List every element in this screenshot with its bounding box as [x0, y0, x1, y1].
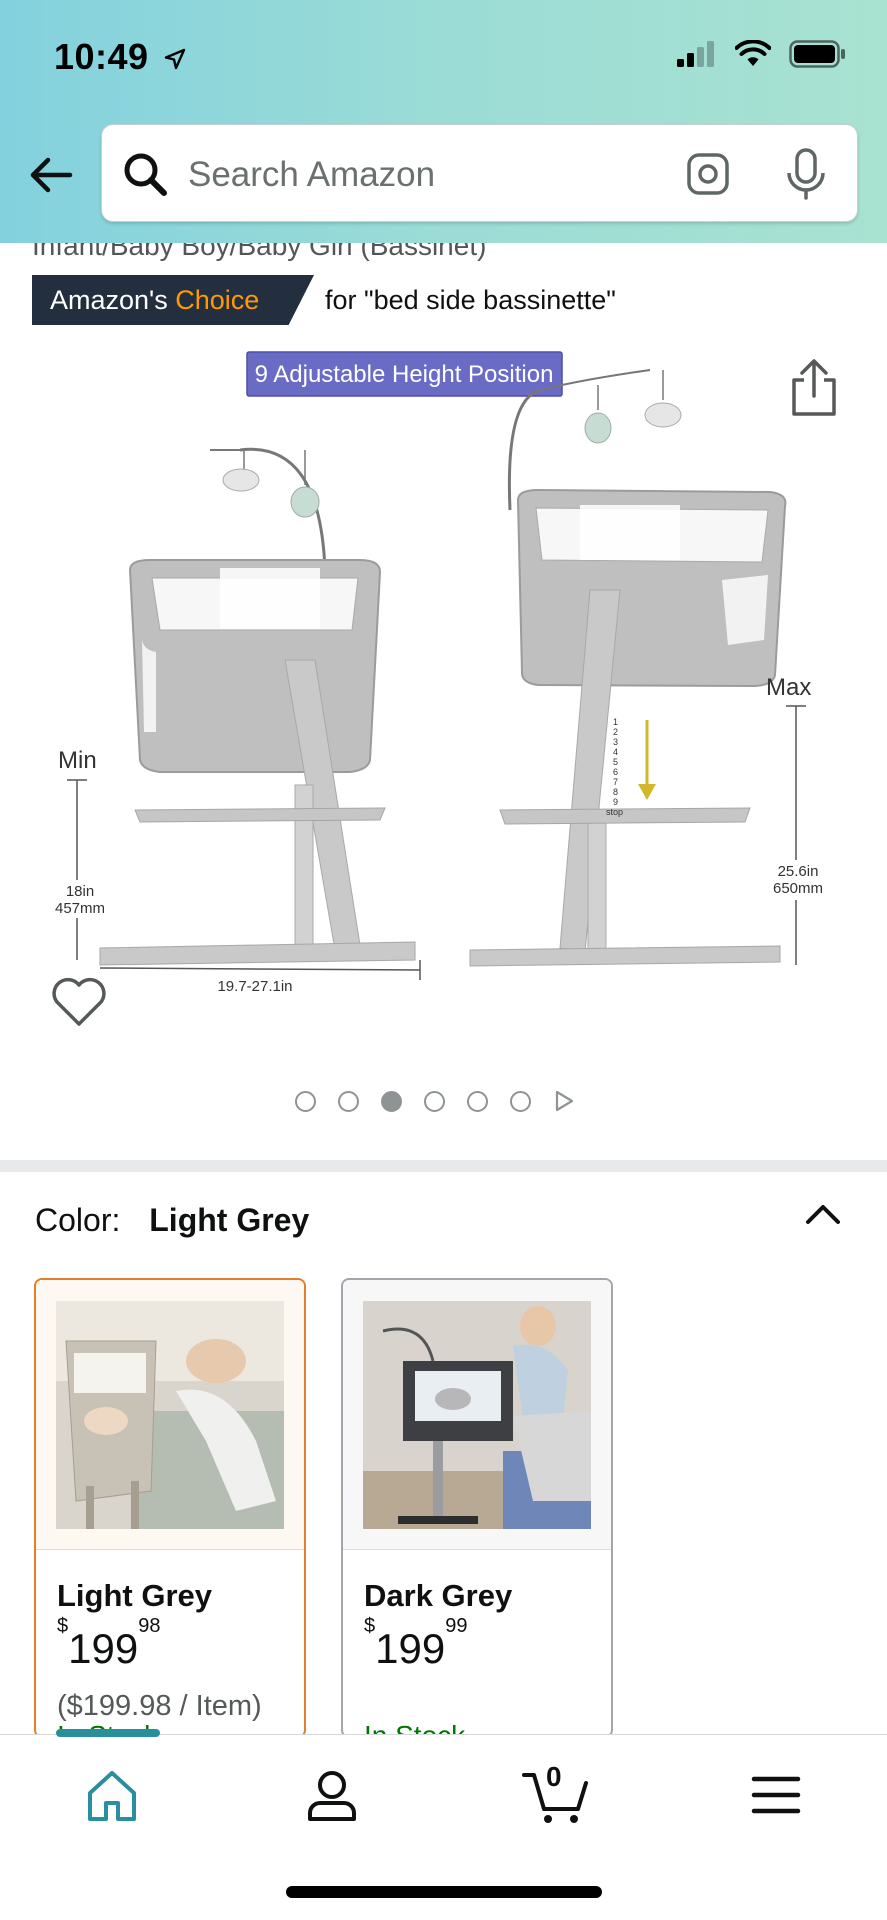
svg-text:1: 1	[613, 717, 618, 727]
option-price: $19998	[57, 1615, 161, 1672]
active-tab-indicator	[56, 1729, 160, 1737]
home-indicator[interactable]	[286, 1886, 602, 1898]
light-grey-thumbnail	[56, 1300, 284, 1529]
wifi-icon	[735, 40, 771, 66]
option-unit-price: ($199.98 / Item)	[57, 1690, 262, 1722]
max-height-mm: 650mm	[773, 880, 823, 897]
color-option-dark-grey[interactable]: Dark Grey $19999 In Stock	[341, 1278, 613, 1738]
cart-button[interactable]: 0	[522, 1761, 592, 1825]
color-selected-value: Light Grey	[149, 1202, 310, 1238]
heart-icon[interactable]	[50, 975, 108, 1029]
search-icon	[124, 153, 167, 196]
status-icons	[677, 40, 847, 68]
min-height-in: 18in	[66, 883, 94, 900]
microphone-icon[interactable]	[783, 147, 829, 201]
svg-text:7: 7	[613, 777, 618, 787]
swatch-thumb-area	[343, 1280, 611, 1550]
svg-text:stop: stop	[606, 807, 623, 817]
svg-text:8: 8	[613, 787, 618, 797]
carousel-dot[interactable]	[467, 1090, 488, 1112]
share-icon[interactable]	[788, 358, 840, 418]
svg-text:6: 6	[613, 767, 618, 777]
badge-prefix: Amazon's	[50, 285, 176, 315]
carousel-dot[interactable]	[338, 1090, 359, 1112]
min-height-mm: 457mm	[55, 900, 105, 917]
account-icon[interactable]	[302, 1765, 362, 1825]
option-name: Dark Grey	[364, 1578, 513, 1613]
badge-accent: Choice	[175, 285, 260, 315]
carousel-dot[interactable]	[424, 1090, 445, 1112]
width-range: 19.7-27.1in	[217, 978, 292, 995]
top-header: 10:49 Search Amazon	[0, 0, 887, 243]
status-time: 10:49	[54, 36, 187, 78]
swatch-thumb-area	[36, 1280, 304, 1550]
battery-icon	[789, 40, 845, 68]
height-banner-text: 9 Adjustable Height Position	[255, 361, 554, 388]
min-label: Min	[58, 747, 97, 774]
svg-text:3: 3	[613, 737, 618, 747]
search-bar[interactable]: Search Amazon	[101, 124, 858, 222]
carousel-dot[interactable]	[295, 1090, 316, 1112]
option-price: $19999	[364, 1615, 468, 1672]
menu-icon[interactable]	[746, 1765, 806, 1825]
badge-query: for "bed side bassinette"	[325, 285, 616, 315]
dark-grey-thumbnail	[363, 1300, 591, 1529]
svg-text:4: 4	[613, 747, 618, 757]
svg-text:2: 2	[613, 727, 618, 737]
amazons-choice-badge[interactable]: Amazon's Choice	[32, 275, 314, 325]
color-selector-header: Color: Light Grey	[35, 1202, 309, 1239]
svg-text:9: 9	[613, 797, 618, 807]
image-carousel-dots[interactable]	[295, 1090, 575, 1112]
height-scale: 1 2 3 4 5 6 7 8 9 stop	[606, 717, 623, 817]
carousel-dot-active[interactable]	[381, 1090, 402, 1112]
back-arrow-icon[interactable]	[26, 150, 76, 200]
chevron-up-icon[interactable]	[800, 1196, 846, 1232]
section-divider	[0, 1160, 887, 1172]
location-arrow-icon	[164, 49, 186, 70]
cart-count: 0	[546, 1761, 562, 1792]
option-name: Light Grey	[57, 1578, 213, 1613]
color-label: Color:	[35, 1202, 121, 1238]
color-option-light-grey[interactable]: Light Grey $19998 ($199.98 / Item) In St…	[34, 1278, 306, 1738]
max-label: Max	[766, 674, 811, 701]
search-input[interactable]: Search Amazon	[188, 155, 435, 195]
home-icon[interactable]	[82, 1765, 142, 1825]
camera-scan-icon[interactable]	[685, 151, 731, 197]
svg-text:5: 5	[613, 757, 618, 767]
carousel-dot[interactable]	[510, 1090, 531, 1112]
cellular-signal-icon	[677, 41, 714, 67]
max-height-in: 25.6in	[778, 863, 819, 880]
product-image[interactable]: 9 Adjustable Height Position Min 18in 45…	[40, 340, 840, 1010]
play-video-icon[interactable]	[553, 1090, 575, 1112]
